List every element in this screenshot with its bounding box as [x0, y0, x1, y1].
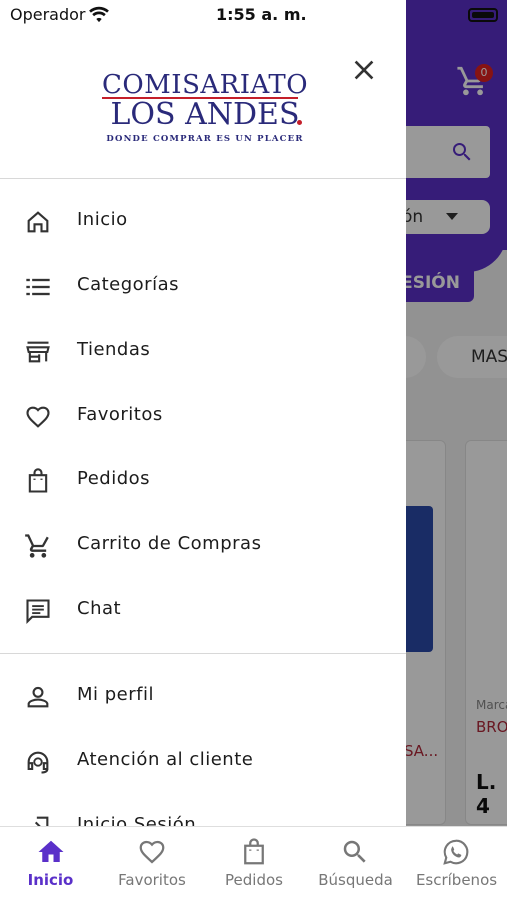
menu-item-inicio[interactable]: Inicio — [0, 189, 406, 253]
menu-item-label: Chat — [77, 598, 122, 619]
menu-item-tiendas[interactable]: Tiendas — [0, 319, 406, 383]
logo-line2: LOS ANDES — [110, 97, 300, 132]
menu-item-label: Carrito de Compras — [77, 533, 262, 554]
tab-label: Inicio — [27, 871, 74, 889]
tab-busqueda[interactable]: Búsqueda — [305, 827, 406, 900]
status-time: 1:55 a. m. — [216, 5, 307, 24]
support-agent-icon — [27, 751, 49, 774]
tab-label: Búsqueda — [318, 871, 393, 889]
menu-item-label: Inicio — [77, 209, 128, 230]
logo-tagline: DONDE COMPRAR ES UN PLACER — [106, 134, 304, 144]
logo-dot — [297, 120, 302, 125]
menu-item-atencion-cliente[interactable]: Atención al cliente — [0, 729, 406, 793]
close-icon[interactable] — [348, 54, 380, 86]
status-bar: Operador 1:55 a. m. — [0, 0, 406, 32]
logo-line1: COMISARIATO — [101, 70, 309, 100]
store-icon — [26, 341, 50, 363]
carrier-label: Operador — [10, 5, 86, 24]
drawer-divider — [0, 178, 406, 179]
tab-pedidos[interactable]: Pedidos — [203, 827, 305, 900]
menu-item-label: Pedidos — [77, 468, 151, 489]
tab-label: Favoritos — [118, 871, 186, 889]
home-icon — [38, 840, 64, 862]
heart-icon — [26, 406, 50, 428]
menu-item-categorias[interactable]: Categorías — [0, 254, 406, 318]
tab-escribenos[interactable]: Escríbenos — [406, 827, 507, 900]
tab-favoritos[interactable]: Favoritos — [101, 827, 203, 900]
menu-item-chat[interactable]: Chat — [0, 578, 406, 642]
home-icon — [27, 211, 49, 233]
navigation-drawer: Operador 1:55 a. m. COMISARIATO LOS ANDE… — [0, 0, 406, 826]
menu-item-label: Tiendas — [77, 339, 151, 360]
app-screen: 0 ón ESIÓN MAS Marca SA... BRO L. 4 Oper… — [0, 0, 507, 900]
menu-item-inicio-sesion[interactable]: Inicio Sesión — [0, 794, 406, 826]
menu-item-label: Atención al cliente — [77, 749, 254, 770]
brand-logo: COMISARIATO LOS ANDES DONDE COMPRAR ES U… — [100, 70, 310, 146]
tab-label: Pedidos — [225, 871, 283, 889]
wifi-icon — [89, 6, 109, 23]
list-icon — [26, 278, 50, 296]
menu-item-carrito[interactable]: Carrito de Compras — [0, 513, 406, 577]
menu-item-label: Mi perfil — [77, 684, 154, 705]
chat-icon — [26, 599, 50, 625]
menu-item-label: Categorías — [77, 274, 179, 295]
menu-item-mi-perfil[interactable]: Mi perfil — [0, 664, 406, 728]
menu-item-pedidos[interactable]: Pedidos — [0, 448, 406, 512]
menu-item-label: Favoritos — [77, 404, 163, 425]
tab-label: Escríbenos — [415, 871, 498, 889]
drawer-divider — [0, 653, 406, 654]
login-icon — [27, 816, 49, 826]
heart-icon — [139, 840, 165, 864]
cart-icon — [25, 534, 49, 558]
search-icon — [343, 840, 366, 863]
menu-item-favoritos[interactable]: Favoritos — [0, 384, 406, 448]
menu-item-label: Inicio Sesión — [77, 814, 197, 826]
person-icon — [27, 686, 49, 708]
tab-inicio[interactable]: Inicio — [0, 827, 101, 900]
whatsapp-icon — [443, 839, 469, 865]
shopping-bag-icon — [28, 468, 48, 493]
bottom-tab-bar: Inicio Favoritos Pedidos Búsqueda Escríb… — [0, 826, 507, 900]
shopping-bag-icon — [244, 838, 264, 865]
